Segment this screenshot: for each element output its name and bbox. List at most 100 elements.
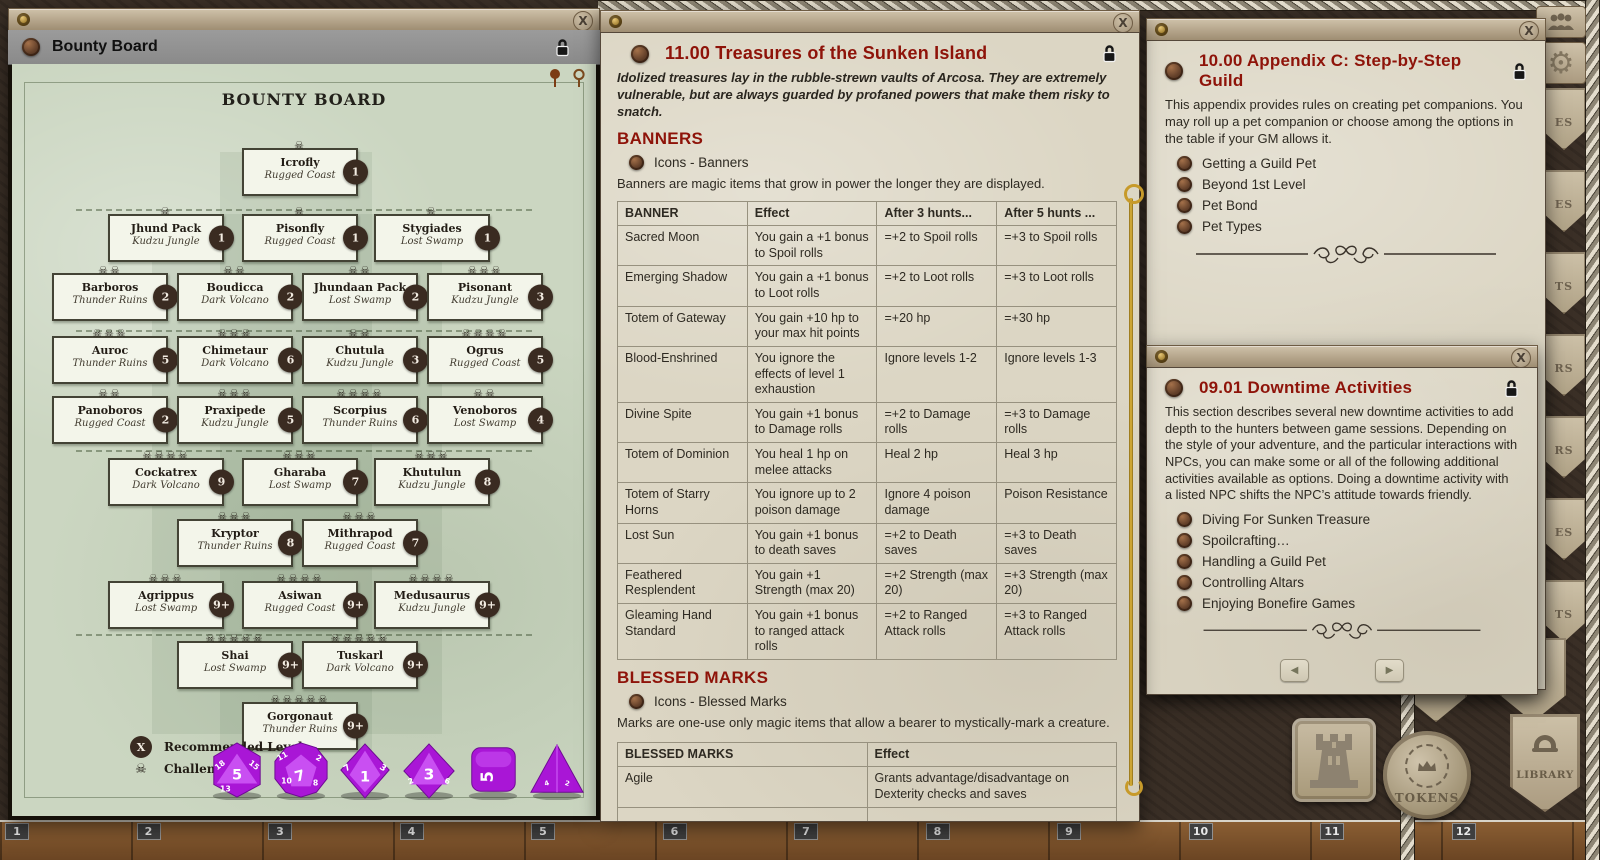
link-knob-icon[interactable] <box>1177 177 1192 192</box>
appendix-link[interactable]: Pet Bond <box>1177 198 1527 213</box>
link-knob-icon[interactable] <box>629 155 644 170</box>
d6-die[interactable]: 5 <box>464 740 522 805</box>
link-knob-icon[interactable] <box>1177 596 1192 611</box>
lock-icon[interactable] <box>1102 44 1117 63</box>
scroll-rod[interactable] <box>1129 198 1133 786</box>
downtime-link[interactable]: Enjoying Bonefire Games <box>1177 596 1519 611</box>
modifier-tower-button[interactable] <box>1292 718 1376 802</box>
sidebar-tab[interactable]: TS <box>1542 252 1586 314</box>
bounty-node[interactable]: ☠☠☠☠☠ShaiLost Swamp9+ <box>177 641 293 689</box>
bounty-node[interactable]: ☠☠BoudiccaDark Volcano2 <box>177 273 293 321</box>
bounty-node[interactable]: ☠☠☠ChimetaurDark Volcano6 <box>177 336 293 384</box>
bounty-node[interactable]: ☠☠☠PraxipedeKudzu Jungle5 <box>177 396 293 444</box>
link-knob-icon[interactable] <box>1177 575 1192 590</box>
bounty-board-image[interactable]: BOUNTY BOARD ☠IcroflyRugged Coast1☠Jhund… <box>12 64 596 816</box>
table-cell <box>867 807 1117 822</box>
hotkey-slot-3[interactable]: 3 <box>268 823 292 840</box>
hotkey-slot-9[interactable]: 9 <box>1057 823 1081 840</box>
d4-die[interactable]: 42 <box>528 740 586 805</box>
d10-die[interactable]: 173 <box>336 740 394 805</box>
magnifier-icon[interactable] <box>572 68 586 88</box>
link-knob-icon[interactable] <box>1177 512 1192 527</box>
close-icon[interactable]: X <box>1113 13 1133 33</box>
hotkey-slot-12[interactable]: 12 <box>1452 823 1476 840</box>
hotkey-slot-10[interactable]: 10 <box>1189 823 1213 840</box>
close-icon[interactable]: X <box>573 11 593 31</box>
bounty-node[interactable]: ☠☠VenoborosLost Swamp4 <box>427 396 543 444</box>
appendix-link[interactable]: Beyond 1st Level <box>1177 177 1527 192</box>
bounty-node[interactable]: ☠☠☠☠ScorpiusThunder Ruins6 <box>302 396 418 444</box>
hotkey-slot-5[interactable]: 5 <box>531 823 555 840</box>
tokens-button[interactable]: TOKENS <box>1383 731 1471 819</box>
bounty-node[interactable]: ☠☠☠AgrippusLost Swamp9+ <box>108 581 224 629</box>
record-knob-icon[interactable] <box>1165 62 1183 80</box>
bounty-node[interactable]: ☠☠PanoborosRugged Coast2 <box>52 396 168 444</box>
bounty-node[interactable]: ☠☠☠AurocThunder Ruins5 <box>52 336 168 384</box>
bounty-node-name: Stygiades <box>376 222 488 235</box>
link-knob-icon[interactable] <box>1177 219 1192 234</box>
page-forward-button[interactable]: ▶ <box>1375 659 1404 682</box>
banners-link[interactable]: Icons - Banners <box>629 155 1117 170</box>
bounty-node[interactable]: ☠☠☠KhutulunKudzu Jungle8 <box>374 458 490 506</box>
bounty-node[interactable]: ☠☠☠☠CockatrexDark Volcano9 <box>108 458 224 506</box>
bounty-node[interactable]: ☠IcroflyRugged Coast1 <box>242 148 358 196</box>
hotkey-slot-11[interactable]: 11 <box>1320 823 1344 840</box>
lock-icon[interactable] <box>1512 62 1527 81</box>
sidebar-tab[interactable]: RS <box>1542 334 1586 396</box>
sidebar-tab[interactable]: ES <box>1542 170 1586 232</box>
hotkey-slot-2[interactable]: 2 <box>137 823 161 840</box>
record-knob-icon[interactable] <box>1165 379 1183 397</box>
sidebar-tab[interactable]: ES <box>1542 498 1586 560</box>
sidebar-tab[interactable]: ES <box>1542 88 1586 150</box>
challenge-skulls: ☠☠ <box>54 387 166 400</box>
hotkey-slot-6[interactable]: 6 <box>663 823 687 840</box>
lock-icon[interactable] <box>1504 379 1519 398</box>
bounty-node[interactable]: ☠☠☠GharabaLost Swamp7 <box>242 458 358 506</box>
link-knob-icon[interactable] <box>1177 554 1192 569</box>
downtime-link[interactable]: Diving For Sunken Treasure <box>1177 512 1519 527</box>
bounty-node[interactable]: ☠☠☠☠MedusaurusKudzu Jungle9+ <box>374 581 490 629</box>
downtime-link[interactable]: Spoilcrafting… <box>1177 533 1519 548</box>
pin-icon[interactable] <box>548 68 562 88</box>
bounty-node[interactable]: ☠☠☠☠☠TuskarlDark Volcano9+ <box>302 641 418 689</box>
hotkey-slot-7[interactable]: 7 <box>794 823 818 840</box>
library-button[interactable]: LIBRARY <box>1510 714 1580 812</box>
d20-die[interactable]: 5181513 <box>208 740 266 805</box>
sidebar-tab[interactable]: RS <box>1542 416 1586 478</box>
appendix-link[interactable]: Getting a Guild Pet <box>1177 156 1527 171</box>
link-knob-icon[interactable] <box>1177 156 1192 171</box>
hotkey-slot-4[interactable]: 4 <box>400 823 424 840</box>
bounty-node[interactable]: ☠Jhund PackKudzu Jungle1 <box>108 214 224 262</box>
bounty-node[interactable]: ☠☠☠☠OgrusRugged Coast5 <box>427 336 543 384</box>
bounty-node[interactable]: ☠☠☠☠AsiwanRugged Coast9+ <box>242 581 358 629</box>
lock-icon[interactable] <box>555 38 570 57</box>
appendix-link[interactable]: Pet Types <box>1177 219 1527 234</box>
bounty-node[interactable]: ☠StygiadesLost Swamp1 <box>374 214 490 262</box>
record-knob-icon[interactable] <box>631 45 649 63</box>
close-icon[interactable]: X <box>1511 348 1531 368</box>
downtime-link[interactable]: Handling a Guild Pet <box>1177 554 1519 569</box>
blessed-marks-link[interactable]: Icons - Blessed Marks <box>629 694 1117 709</box>
hotkey-bar[interactable]: 123456789101112 <box>0 820 1600 860</box>
bounty-node[interactable]: ☠☠☠MithrapodRugged Coast7 <box>302 519 418 567</box>
link-knob-icon[interactable] <box>629 694 644 709</box>
page-back-button[interactable]: ◀ <box>1280 659 1309 682</box>
bounty-node[interactable]: ☠☠BarborosThunder Ruins2 <box>52 273 168 321</box>
downtime-link[interactable]: Controlling Altars <box>1177 575 1519 590</box>
table-cell: You gain a +1 bonus to Loot rolls <box>747 266 877 306</box>
hotkey-slot-1[interactable]: 1 <box>5 823 29 840</box>
hotkey-slot-8[interactable]: 8 <box>926 823 950 840</box>
bounty-node[interactable]: ☠PisonflyRugged Coast1 <box>242 214 358 262</box>
recommended-level-badge: 9 <box>209 470 234 495</box>
sidebar-tab[interactable]: TS <box>1542 580 1586 642</box>
record-knob-icon[interactable] <box>22 38 40 56</box>
d12-die[interactable]: 7112108 <box>272 740 330 805</box>
d8-die[interactable]: 326 <box>400 740 458 805</box>
bounty-node[interactable]: ☠☠Jhundaan PackLost Swamp2 <box>302 273 418 321</box>
close-icon[interactable]: X <box>1519 21 1539 41</box>
link-knob-icon[interactable] <box>1177 198 1192 213</box>
bounty-node[interactable]: ☠☠ChutulaKudzu Jungle3 <box>302 336 418 384</box>
bounty-node[interactable]: ☠☠☠KryptorThunder Ruins8 <box>177 519 293 567</box>
bounty-node[interactable]: ☠☠☠PisonantKudzu Jungle3 <box>427 273 543 321</box>
link-knob-icon[interactable] <box>1177 533 1192 548</box>
